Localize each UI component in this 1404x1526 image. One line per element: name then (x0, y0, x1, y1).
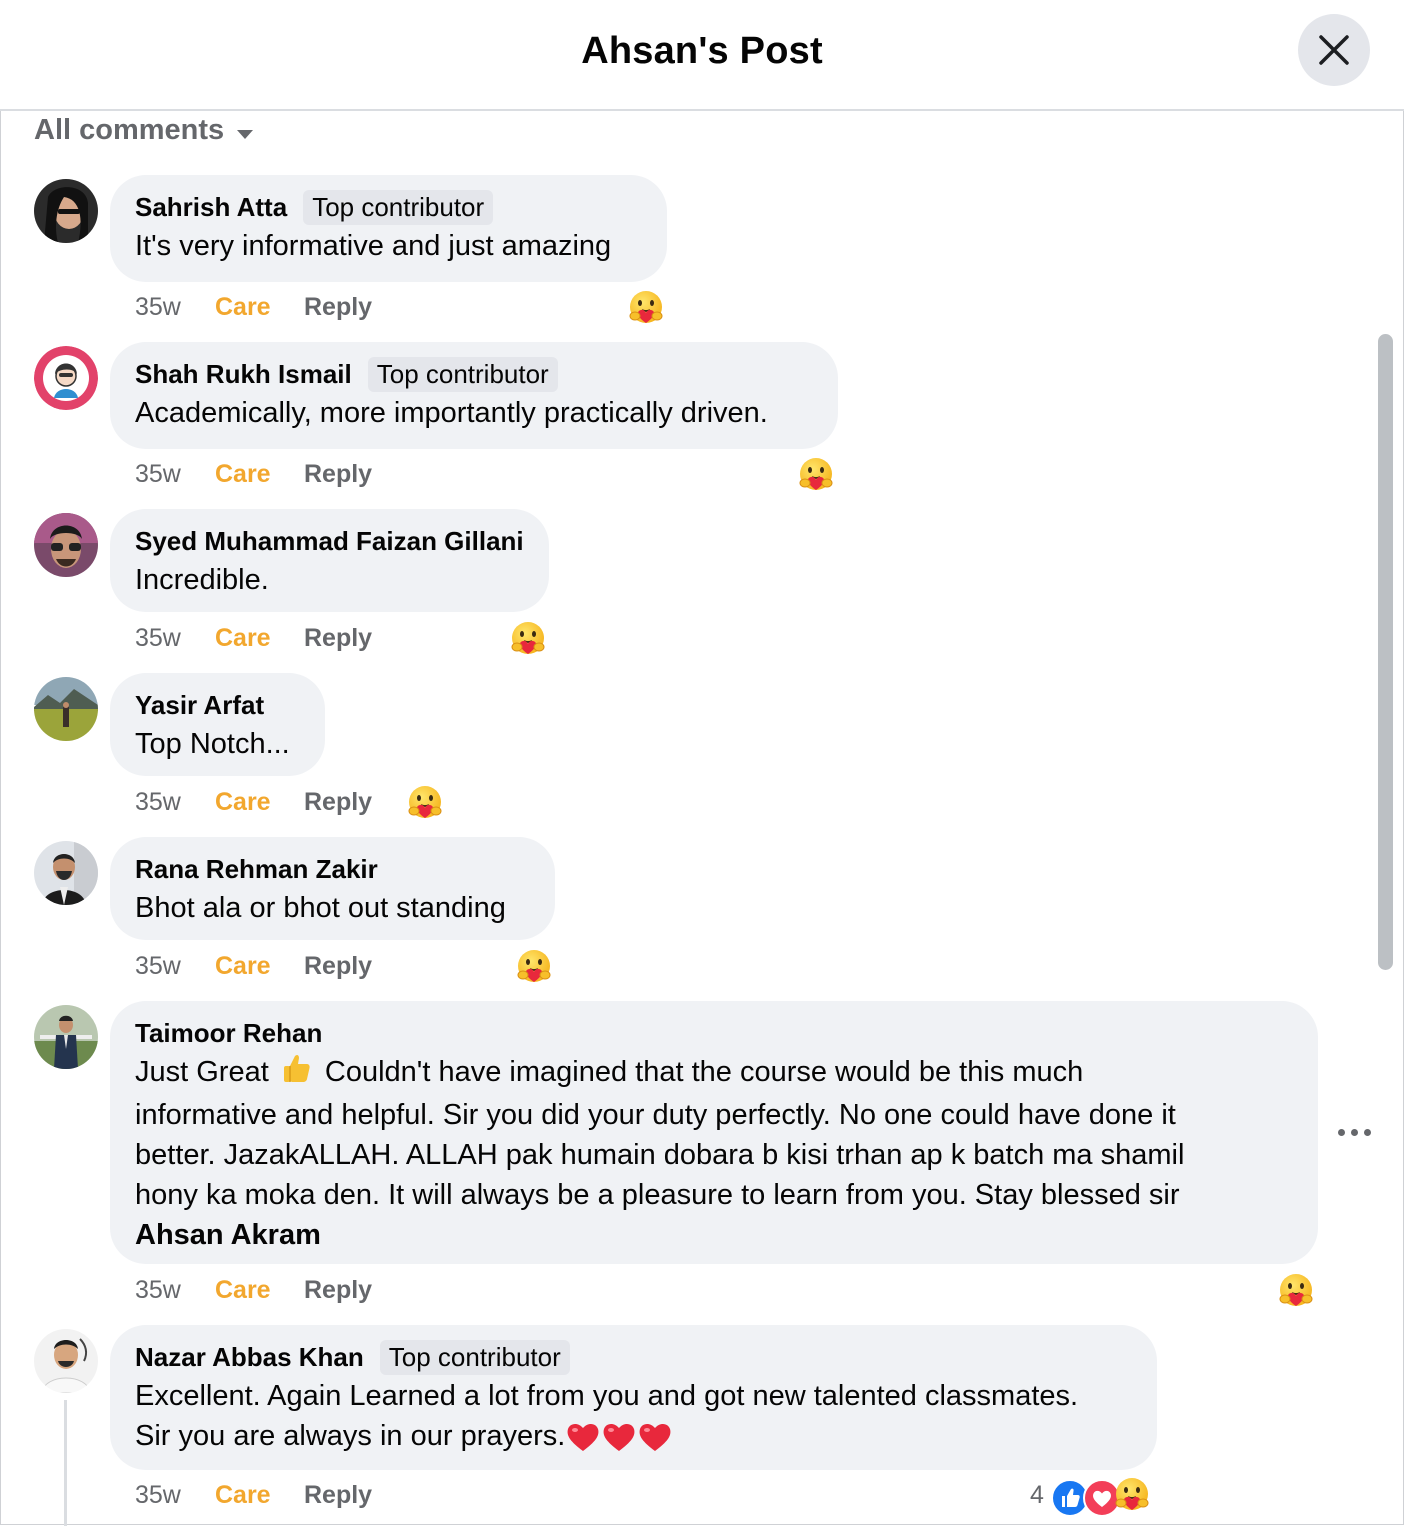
comment-bubble: Syed Muhammad Faizan Gillani Incredible. (110, 509, 549, 612)
commenter-name[interactable]: Taimoor Rehan (135, 1018, 322, 1049)
comment-text-line: better. JazakALLAH. ALLAH pak humain dob… (135, 1139, 1185, 1171)
comment-text-line: informative and helpful. Sir you did you… (135, 1099, 1176, 1131)
top-contributor-badge: Top contributor (367, 356, 558, 392)
commenter-name[interactable]: Sahrish Atta (135, 192, 287, 223)
reply-button[interactable]: Reply (304, 293, 372, 322)
react-button[interactable]: Care (215, 1481, 271, 1510)
commenter-name[interactable]: Syed Muhammad Faizan Gillani (135, 526, 524, 557)
reply-button[interactable]: Reply (304, 1276, 372, 1305)
reply-button[interactable]: Reply (304, 1481, 372, 1510)
top-contributor-badge: Top contributor (379, 1339, 570, 1375)
care-reaction-icon[interactable] (1276, 1272, 1316, 1312)
comment-bubble: Shah Rukh Ismail Top contributor Academi… (110, 342, 838, 449)
avatar[interactable] (34, 841, 98, 905)
reply-button[interactable]: Reply (304, 624, 372, 653)
avatar[interactable] (34, 346, 98, 410)
comment-text: Top Notch... (135, 728, 290, 760)
comment-bubble: Taimoor Rehan Just Great Couldn't have i… (110, 1001, 1318, 1264)
avatar[interactable] (34, 1005, 98, 1069)
timestamp[interactable]: 35w (135, 624, 181, 653)
caret-down-icon (236, 115, 254, 148)
comment-text-line: Just Great (135, 1056, 269, 1089)
avatar[interactable] (34, 179, 98, 243)
commenter-name[interactable]: Rana Rehman Zakir (135, 854, 378, 885)
comment-text: Excellent. Again Learned a lot from you … (135, 1376, 1133, 1456)
thumbs-up-emoji-icon (281, 1052, 313, 1095)
reply-button[interactable]: Reply (304, 952, 372, 981)
comment-text-line: Sir you are always in our prayers. (135, 1420, 566, 1452)
reaction-count[interactable]: 4 (1030, 1481, 1044, 1510)
commenter-name[interactable]: Yasir Arfat (135, 690, 264, 721)
commenter-name[interactable]: Shah Rukh Ismail (135, 359, 352, 390)
care-reaction-icon[interactable] (1112, 1476, 1152, 1516)
heart-emoji-icon (637, 1421, 673, 1453)
reply-button[interactable]: Reply (304, 460, 372, 489)
top-contributor-badge: Top contributor (303, 189, 494, 225)
scrollbar[interactable] (1378, 334, 1393, 970)
comment-bubble: Sahrish Atta Top contributor It's very i… (110, 175, 667, 282)
avatar[interactable] (34, 1329, 98, 1393)
comment-text-line: Couldn't have imagined that the course w… (324, 1056, 1084, 1089)
react-button[interactable]: Care (215, 1276, 271, 1305)
care-reaction-icon[interactable] (796, 456, 836, 496)
timestamp[interactable]: 35w (135, 788, 181, 817)
timestamp[interactable]: 35w (135, 1481, 181, 1510)
comment-text: Bhot ala or bhot out standing (135, 892, 506, 924)
react-button[interactable]: Care (215, 293, 271, 322)
comment-text-line: Excellent. Again Learned a lot from you … (135, 1380, 1079, 1412)
comment-text: It's very informative and just amazing (135, 230, 612, 262)
timestamp[interactable]: 35w (135, 460, 181, 489)
comment-text: Academically, more importantly practical… (135, 397, 768, 429)
react-button[interactable]: Care (215, 624, 271, 653)
react-button[interactable]: Care (215, 952, 271, 981)
comment-bubble: Yasir Arfat Top Notch... (110, 673, 325, 776)
reply-thread-line (64, 1400, 67, 1526)
comment-text: Just Great Couldn't have imagined that t… (135, 1052, 1294, 1255)
close-button[interactable] (1298, 14, 1370, 86)
heart-emoji-icon (601, 1421, 637, 1453)
care-reaction-icon[interactable] (405, 784, 445, 824)
comment-text-line: hony ka moka den. It will always be a pl… (135, 1179, 1180, 1211)
care-reaction-icon[interactable] (626, 289, 666, 329)
care-reaction-icon[interactable] (508, 620, 548, 660)
comment-bubble: Rana Rehman Zakir Bhot ala or bhot out s… (110, 837, 555, 940)
comment-filter-dropdown[interactable]: All comments (34, 114, 254, 148)
react-button[interactable]: Care (215, 460, 271, 489)
comment-bubble: Nazar Abbas Khan Top contributor Excelle… (110, 1325, 1157, 1470)
timestamp[interactable]: 35w (135, 952, 181, 981)
reply-button[interactable]: Reply (304, 788, 372, 817)
avatar[interactable] (34, 513, 98, 577)
avatar[interactable] (34, 677, 98, 741)
close-icon (1319, 35, 1349, 65)
dialog-header: Ahsan's Post (0, 0, 1404, 111)
timestamp[interactable]: 35w (135, 1276, 181, 1305)
page-title: Ahsan's Post (581, 30, 823, 72)
comment-filter-label: All comments (34, 114, 225, 146)
care-reaction-icon[interactable] (514, 948, 554, 988)
more-options-icon[interactable] (1338, 1128, 1372, 1138)
mention-link[interactable]: Ahsan Akram (135, 1219, 321, 1251)
timestamp[interactable]: 35w (135, 293, 181, 322)
commenter-name[interactable]: Nazar Abbas Khan (135, 1342, 364, 1373)
react-button[interactable]: Care (215, 788, 271, 817)
comment-text: Incredible. (135, 564, 269, 596)
heart-emoji-icon (565, 1421, 601, 1453)
